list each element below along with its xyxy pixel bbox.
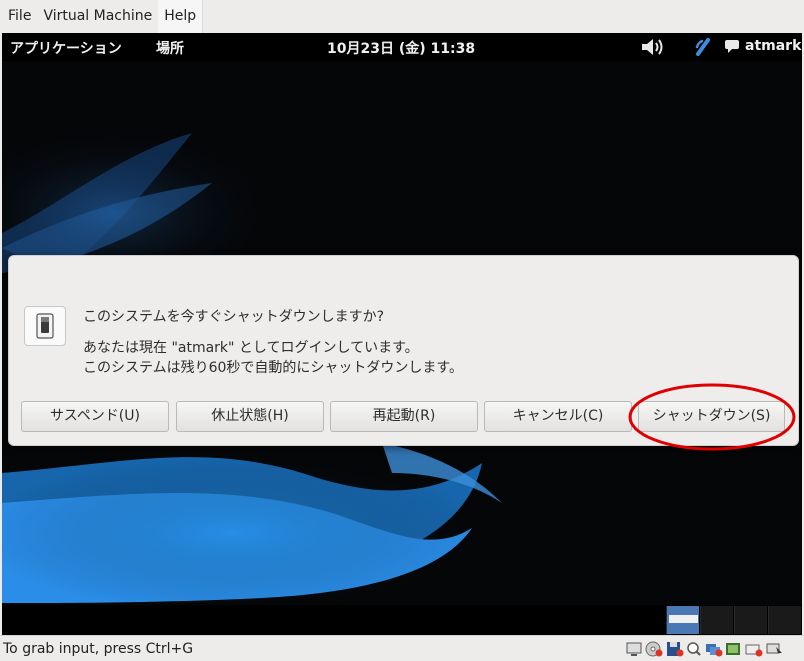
guest-screen[interactable]: アプリケーション 場所 10月23日 (金) 11:38 atmark このシス… <box>2 33 802 635</box>
applications-menu[interactable]: アプリケーション <box>10 38 122 58</box>
host-statusbar: To grab input, press Ctrl+G <box>0 635 804 661</box>
hibernate-button[interactable]: 休止状態(H) <box>176 401 324 432</box>
cancel-button[interactable]: キャンセル(C) <box>484 401 632 432</box>
floppy-icon[interactable] <box>666 641 684 657</box>
workspace-3[interactable] <box>734 606 767 634</box>
dialog-title: このシステムを今すぐシャットダウンしますか? <box>83 309 385 325</box>
host-menubar: File Virtual Machine Help <box>0 0 804 33</box>
countdown-text: このシステムは残り60秒で自動的にシャットダウンします。 <box>83 360 463 376</box>
shared-folder-icon[interactable] <box>745 641 763 657</box>
menu-help[interactable]: Help <box>158 0 204 33</box>
restart-button[interactable]: 再起動(R) <box>330 401 478 432</box>
login-info-text: あなたは現在 "atmark" としてログインしています。 <box>83 340 419 356</box>
grab-input-hint: To grab input, press Ctrl+G <box>3 641 194 657</box>
places-menu[interactable]: 場所 <box>156 38 184 58</box>
display-icon[interactable] <box>626 641 642 657</box>
gnome-bottom-panel <box>2 605 802 635</box>
volume-icon[interactable] <box>640 37 666 57</box>
workspace-window-thumbnail <box>669 615 698 623</box>
workspace-1[interactable] <box>666 606 699 634</box>
panel-clock[interactable]: 10月23日 (金) 11:38 <box>327 38 475 58</box>
workspace-2[interactable] <box>700 606 733 634</box>
menu-virtual-machine[interactable]: Virtual Machine <box>37 0 158 33</box>
workspace-4[interactable] <box>768 606 801 634</box>
shutdown-dialog: このシステムを今すぐシャットダウンしますか? あなたは現在 "atmark" と… <box>8 255 799 451</box>
cdrom-icon[interactable] <box>645 641 663 657</box>
chat-status-icon[interactable] <box>724 39 740 54</box>
mouse-integration-icon[interactable] <box>766 641 784 657</box>
shutdown-button[interactable]: シャットダウン(S) <box>638 401 785 432</box>
network-adapter-icon[interactable] <box>705 641 723 657</box>
suspend-button[interactable]: サスペンド(U) <box>21 401 169 432</box>
network-icon[interactable] <box>694 38 712 56</box>
gnome-top-panel: アプリケーション 場所 10月23日 (金) 11:38 atmark <box>2 33 802 61</box>
power-switch-icon <box>24 306 66 346</box>
menu-file[interactable]: File <box>2 0 37 33</box>
sound-icon[interactable] <box>725 641 743 657</box>
user-menu[interactable]: atmark <box>745 38 801 54</box>
usb-icon[interactable] <box>686 641 704 657</box>
